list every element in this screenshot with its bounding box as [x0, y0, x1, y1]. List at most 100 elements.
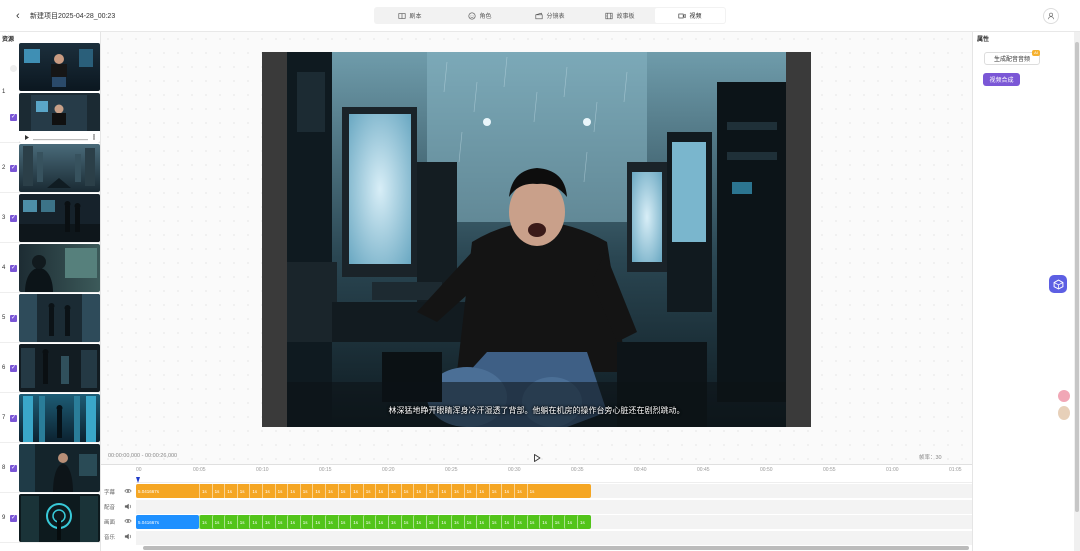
subtitle-segment[interactable]: 1s — [236, 484, 250, 498]
video-segment[interactable]: 1s — [476, 515, 489, 529]
subtitle-segment[interactable]: 1s — [199, 484, 212, 498]
assistant-float-button[interactable] — [1049, 275, 1067, 293]
asset-row[interactable]: 3 ✓ — [0, 193, 100, 243]
subtitle-segment[interactable]: 1s — [438, 484, 451, 498]
subtitle-segment[interactable]: 1s — [501, 484, 514, 498]
asset-thumbnail[interactable] — [19, 444, 100, 492]
video-segment[interactable]: 1s — [375, 515, 388, 529]
subtitle-segment[interactable]: 1s — [287, 484, 300, 498]
subtitle-segment[interactable]: 1s — [388, 484, 401, 498]
subtitle-segment[interactable]: 1s — [400, 484, 414, 498]
subtitle-segment[interactable]: 1s — [375, 484, 388, 498]
subtitle-segment[interactable]: 1s — [224, 484, 237, 498]
video-segment[interactable]: 1s — [287, 515, 300, 529]
asset-thumbnail[interactable] — [19, 494, 100, 542]
video-segment[interactable]: 1s — [224, 515, 237, 529]
video-segment[interactable]: 1s — [463, 515, 477, 529]
subtitle-segment[interactable]: 1s — [337, 484, 351, 498]
asset-thumbnail[interactable] — [19, 244, 100, 292]
eye-icon[interactable] — [124, 518, 132, 526]
asset-row[interactable]: 9 ✓ — [0, 493, 100, 543]
video-segment[interactable]: 1s — [425, 515, 439, 529]
asset-checkbox[interactable]: ✓ — [10, 415, 17, 422]
asset-checkbox[interactable]: ✓ — [10, 315, 17, 322]
subtitle-segment[interactable]: 1s — [425, 484, 439, 498]
video-segment[interactable]: 1s — [274, 515, 288, 529]
video-segment[interactable]: 1s — [312, 515, 325, 529]
tab-characters[interactable]: 角色 — [445, 8, 515, 23]
subtitle-segment[interactable]: 1s — [362, 484, 376, 498]
video-segment[interactable]: 1s — [199, 515, 212, 529]
asset-thumbnail[interactable] — [19, 144, 100, 192]
video-segment[interactable]: 1s — [438, 515, 451, 529]
subtitle-segment[interactable]: 1s — [488, 484, 502, 498]
asset-thumbnail[interactable] — [19, 43, 100, 91]
video-segment[interactable]: 1s — [388, 515, 401, 529]
subtitle-segment[interactable]: 1s — [476, 484, 489, 498]
asset-row[interactable]: 4 ✓ — [0, 243, 100, 293]
asset-checkbox[interactable]: ✓ — [10, 265, 17, 272]
asset-thumbnail[interactable] — [19, 394, 100, 442]
timeline-ruler[interactable]: 00 00:05 00:10 00:15 00:20 00:25 00:30 0… — [136, 465, 972, 483]
subtitle-segment[interactable]: 1s — [249, 484, 262, 498]
user-avatar-button[interactable] — [1043, 8, 1059, 24]
radio-icon[interactable] — [10, 65, 17, 72]
video-segment[interactable]: 1s — [211, 515, 225, 529]
video-segment[interactable]: 1s — [564, 515, 577, 529]
video-segment[interactable]: 1s — [551, 515, 565, 529]
subtitle-segment[interactable]: 1s — [526, 484, 540, 498]
subtitle-segment[interactable]: 1s — [211, 484, 225, 498]
asset-thumbnail[interactable] — [19, 194, 100, 242]
video-segment[interactable]: 1s — [299, 515, 313, 529]
track-voice[interactable] — [136, 500, 972, 514]
video-segment[interactable]: 1s — [262, 515, 275, 529]
tab-script[interactable]: 剧本 — [375, 8, 445, 23]
subtitle-segment[interactable]: 1s — [350, 484, 363, 498]
video-clip-segments[interactable]: 1s 1s 1s 1s 1s 1s 1s 1s 1s 1s 1s 1s 1s 1s 1s 1s 1s 1s 1s 1s… — [199, 515, 591, 529]
compose-video-button[interactable]: 视频合成 — [983, 73, 1020, 86]
scrollbar-thumb[interactable] — [1075, 42, 1079, 512]
asset-checkbox[interactable]: ✓ — [10, 515, 17, 522]
asset-video-preview[interactable] — [19, 93, 100, 143]
asset-checkbox[interactable]: ✓ — [10, 215, 17, 222]
video-segment[interactable]: 1s — [249, 515, 262, 529]
video-segment[interactable]: 1s — [526, 515, 540, 529]
video-segment[interactable]: 1s — [488, 515, 502, 529]
timeline-scrollbar[interactable] — [143, 546, 969, 550]
asset-row[interactable]: 2 ✓ — [0, 143, 100, 193]
subtitle-segment[interactable]: 1s — [312, 484, 325, 498]
subtitle-segment[interactable]: 1s — [451, 484, 464, 498]
video-segment[interactable]: 1s — [413, 515, 426, 529]
subtitle-segment[interactable]: 1s — [325, 484, 338, 498]
video-preview[interactable]: 林深猛地睁开眼睛浑身冷汗湿透了背部。他躺在机房的操作台旁心脏还在剧烈跳动。 — [262, 52, 811, 427]
subtitle-segment[interactable]: 1s — [514, 484, 527, 498]
video-segment[interactable]: 1s — [400, 515, 414, 529]
track-music[interactable] — [136, 531, 972, 545]
asset-row[interactable]: 5 ✓ — [0, 293, 100, 343]
video-segment[interactable]: 1s — [577, 515, 590, 529]
asset-row[interactable]: 8 ✓ — [0, 443, 100, 493]
volume-icon[interactable] — [124, 533, 132, 542]
video-segment[interactable]: 1s — [236, 515, 250, 529]
video-segment[interactable]: 1s — [539, 515, 552, 529]
asset-thumbnail[interactable] — [19, 344, 100, 392]
video-segment[interactable]: 1s — [501, 515, 514, 529]
subtitle-segment[interactable]: 1s — [463, 484, 477, 498]
volume-icon[interactable] — [124, 503, 132, 512]
subtitle-segment[interactable]: 1s — [274, 484, 288, 498]
chevron-left-icon[interactable]: ‹ — [16, 10, 20, 22]
subtitle-clip[interactable]: 5.041667s 1s 1s 1s 1s 1s 1s 1s 1s 1s 1s 1s 1s 1s 1s 1s… — [136, 484, 591, 498]
asset-checkbox[interactable]: ✓ — [10, 465, 17, 472]
asset-thumbnail[interactable] — [19, 294, 100, 342]
right-scrollbar[interactable] — [1074, 32, 1080, 551]
tab-storyboard-table[interactable]: 分镜表 — [515, 8, 585, 23]
avatar-float-icon[interactable] — [1058, 406, 1070, 420]
asset-row[interactable]: 6 ✓ — [0, 343, 100, 393]
video-segment[interactable]: 1s — [451, 515, 464, 529]
video-segment[interactable]: 1s — [362, 515, 376, 529]
video-segment[interactable]: 1s — [350, 515, 363, 529]
tab-storyboard[interactable]: 故事板 — [585, 8, 655, 23]
video-segment[interactable]: 1s — [337, 515, 351, 529]
tab-video[interactable]: 视频 — [655, 8, 725, 23]
avatar-float-icon[interactable] — [1058, 390, 1070, 402]
